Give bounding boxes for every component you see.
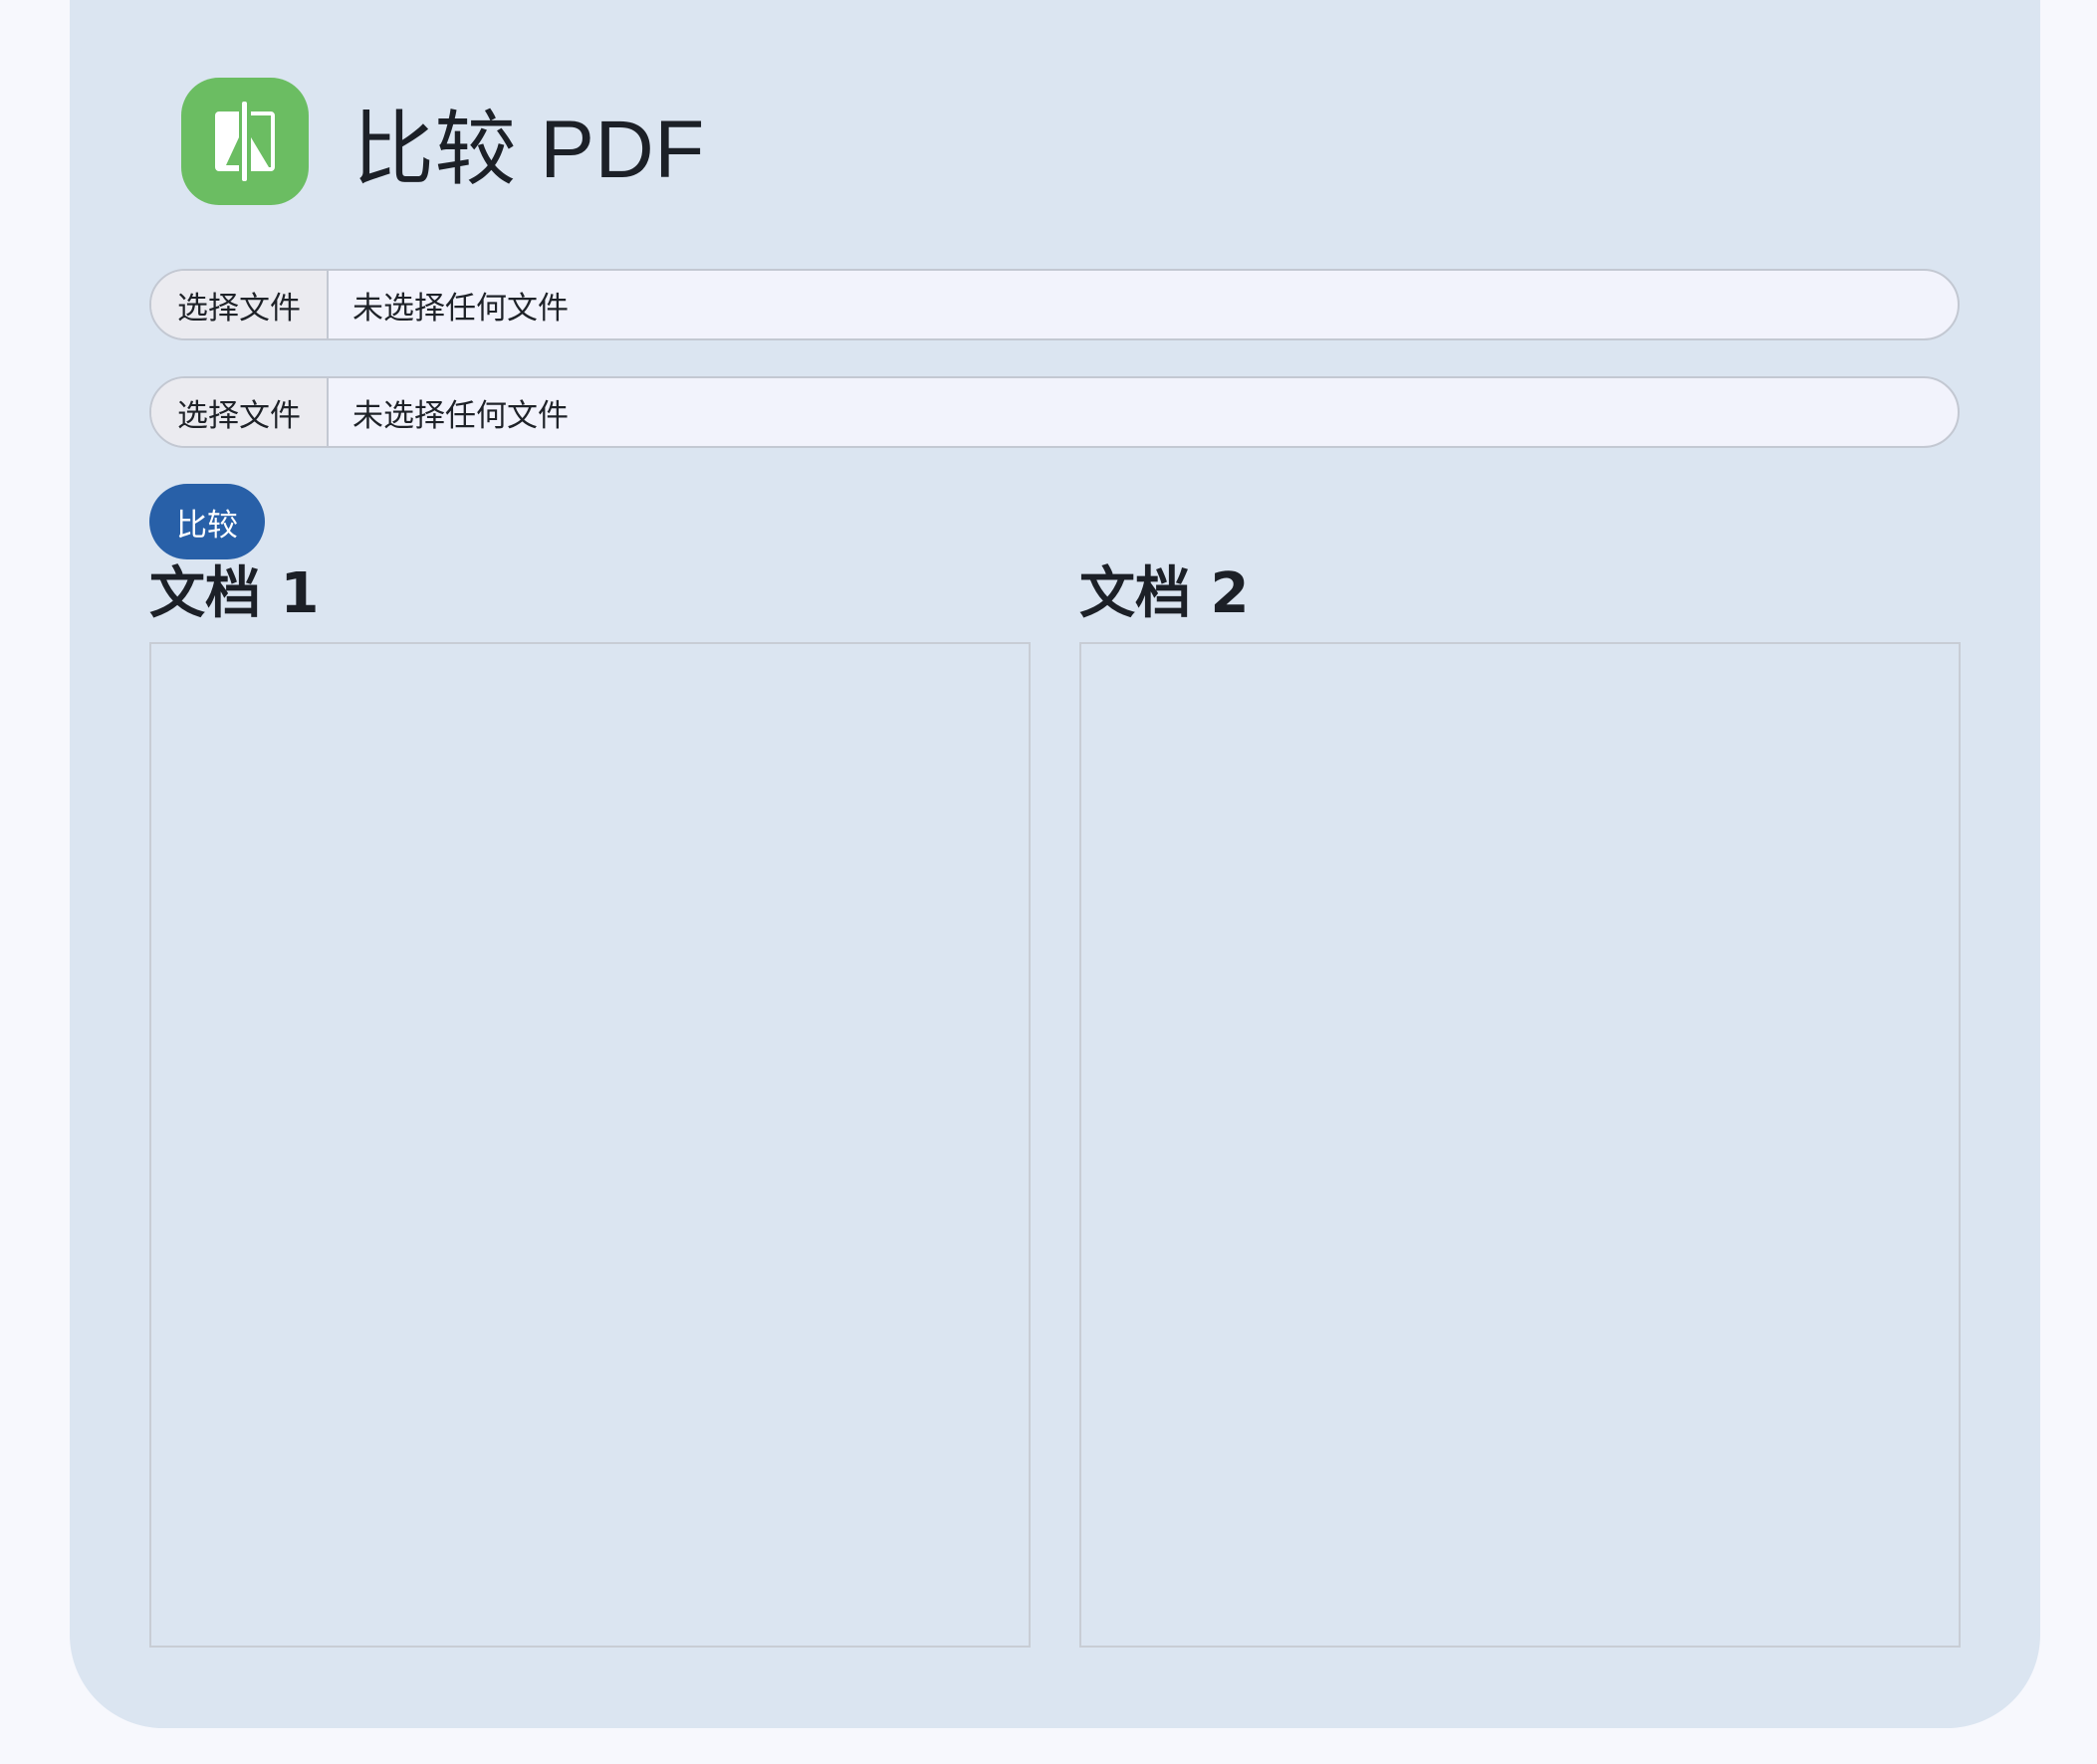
file-status-1: 未选择任何文件 bbox=[352, 290, 569, 327]
file-input-2[interactable]: 选择文件 未选择任何文件 bbox=[149, 376, 1960, 448]
file-status-2: 未选择任何文件 bbox=[352, 397, 569, 434]
choose-file-button-1[interactable]: 选择文件 bbox=[151, 271, 329, 338]
compare-button[interactable]: 比较 bbox=[149, 484, 265, 559]
document-2-viewer[interactable] bbox=[1079, 642, 1961, 1648]
choose-file-button-2[interactable]: 选择文件 bbox=[151, 378, 329, 446]
main-card: 比较 PDF 选择文件 未选择任何文件 选择文件 未选择任何文件 比较 文档 1… bbox=[70, 0, 2040, 1728]
compare-pdf-icon bbox=[181, 78, 309, 205]
document-1-viewer[interactable] bbox=[149, 642, 1031, 1648]
header: 比较 PDF bbox=[181, 78, 705, 205]
document-1-title: 文档 1 bbox=[149, 561, 320, 626]
page-title: 比较 PDF bbox=[352, 104, 705, 195]
document-2-title: 文档 2 bbox=[1079, 561, 1250, 626]
file-input-1[interactable]: 选择文件 未选择任何文件 bbox=[149, 269, 1960, 340]
